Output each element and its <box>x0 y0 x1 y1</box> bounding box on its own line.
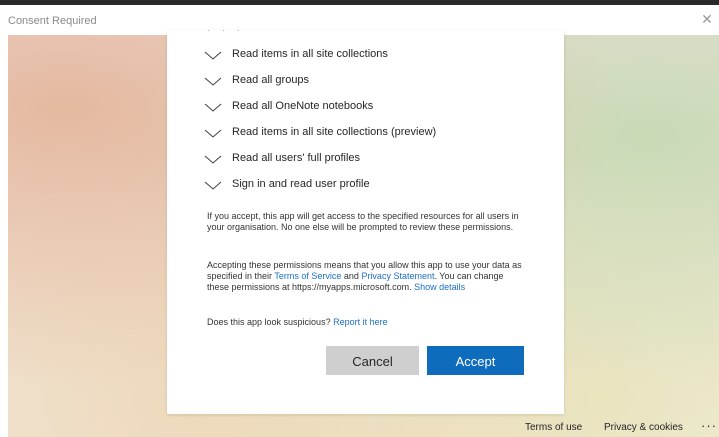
permission-label: Read all users' full profiles <box>232 152 361 164</box>
chevron-down-icon[interactable] <box>204 50 222 62</box>
chevron-down-icon[interactable] <box>204 180 222 192</box>
terms-of-service-link[interactable]: Terms of Service <box>274 271 341 281</box>
chevron-down-icon[interactable] <box>204 76 222 88</box>
permission-label: Read items in all site collections (prev… <box>232 126 437 138</box>
permission-label: Sign in and read user profile <box>232 178 370 190</box>
terms-of-use-link[interactable]: Terms of use <box>525 422 582 433</box>
suspicious-question: Does this app look suspicious? <box>207 317 334 327</box>
permission-label: Read all OneNote notebooks <box>232 100 374 112</box>
permission-item[interactable]: Read all groups <box>204 72 544 98</box>
permission-label: Read items in all site collections <box>232 48 388 60</box>
report-link[interactable]: Report it here <box>333 317 388 327</box>
org-access-notice: If you accept, this app will get access … <box>207 211 519 232</box>
show-details-link[interactable]: Show details <box>414 282 465 292</box>
privacy-cookies-link[interactable]: Privacy & cookies <box>604 422 683 433</box>
chevron-down-icon[interactable] <box>204 154 222 166</box>
suspicious-prompt: Does this app look suspicious? Report it… <box>207 317 527 328</box>
data-use-notice: Accepting these permissions means that y… <box>207 260 527 293</box>
chevron-down-icon[interactable] <box>204 128 222 140</box>
consent-dialog: · · · Read items in all site collections… <box>167 30 564 414</box>
permission-item[interactable]: Sign in and read user profile <box>204 176 544 202</box>
permission-list: Read items in all site collections Read … <box>204 46 544 202</box>
privacy-statement-link[interactable]: Privacy Statement <box>361 271 434 281</box>
cancel-button[interactable]: Cancel <box>326 346 419 375</box>
window-title: Consent Required <box>8 15 97 27</box>
permission-item[interactable]: Read all OneNote notebooks <box>204 98 544 124</box>
scrolled-content-edge: · · · <box>207 30 245 36</box>
permission-item[interactable]: Read all users' full profiles <box>204 150 544 176</box>
more-options-icon[interactable]: ··· <box>701 418 717 433</box>
chevron-down-icon[interactable] <box>204 102 222 114</box>
accept-button[interactable]: Accept <box>427 346 524 375</box>
permission-item[interactable]: Read items in all site collections <box>204 46 544 72</box>
permission-label: Read all groups <box>232 74 310 86</box>
close-icon[interactable]: ✕ <box>699 11 715 27</box>
permission-item[interactable]: Read items in all site collections (prev… <box>204 124 544 150</box>
conjunction-text: and <box>341 271 362 281</box>
